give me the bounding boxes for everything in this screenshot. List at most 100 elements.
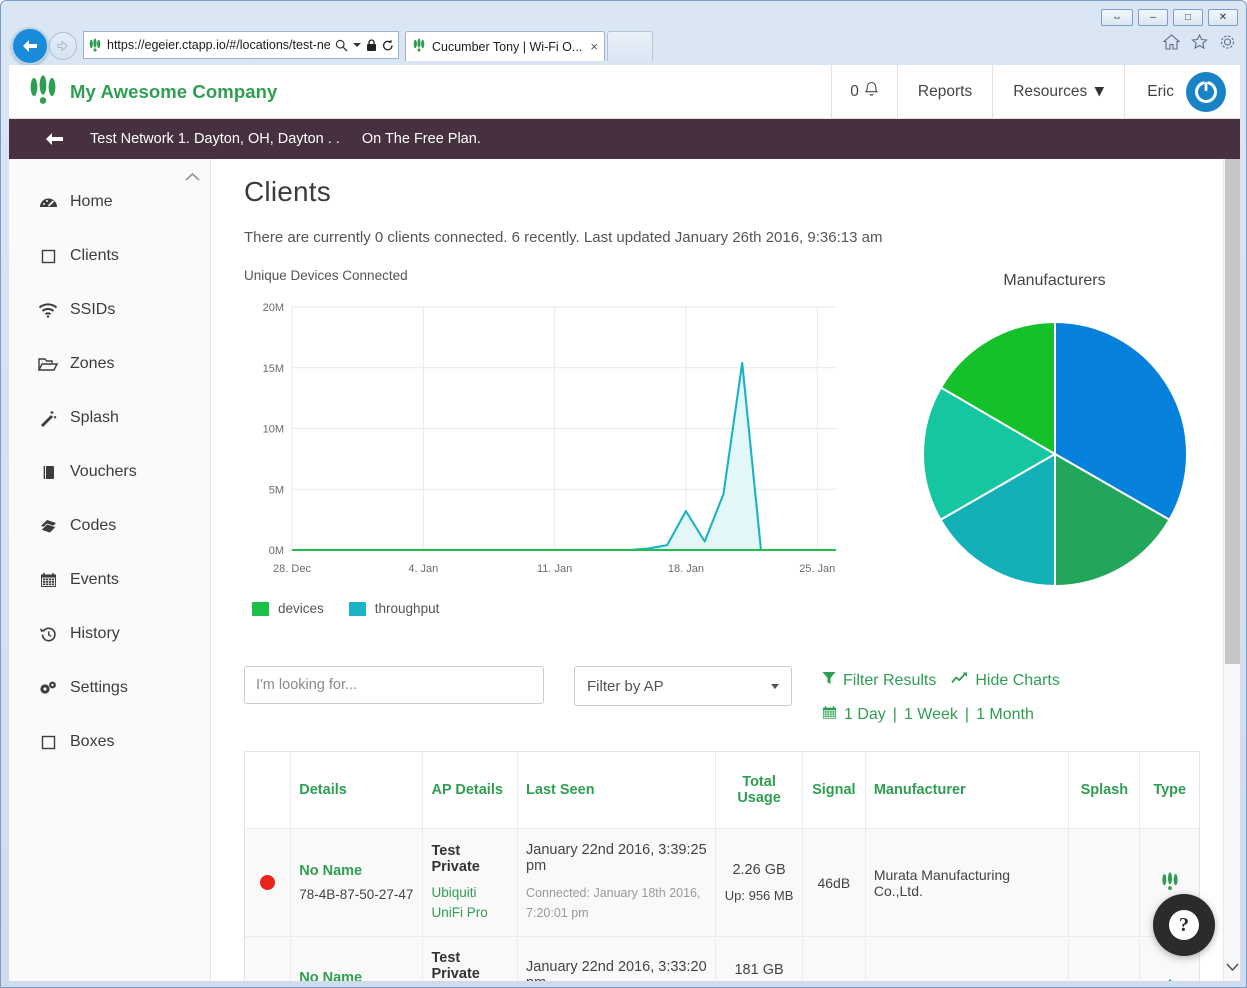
top-nav: 0 Reports Resources Eric bbox=[831, 65, 1240, 119]
forward-button[interactable] bbox=[49, 32, 77, 60]
filters-row: Filter by AP Filter Results Hi bbox=[244, 666, 1240, 725]
main-scrollbar[interactable] bbox=[1223, 159, 1240, 981]
col-splash[interactable]: Splash bbox=[1068, 752, 1141, 829]
scrollbar-thumb[interactable] bbox=[1225, 159, 1240, 664]
range-1-month-link[interactable]: 1 Month bbox=[976, 706, 1034, 724]
manufacturers-chart: Manufacturers bbox=[869, 268, 1240, 616]
pie-chart-svg bbox=[921, 320, 1188, 588]
client-name[interactable]: No Name bbox=[299, 863, 414, 879]
address-bar[interactable]: https://egeier.ctapp.io/#/locations/test… bbox=[83, 31, 399, 59]
filter-results-link[interactable]: Filter Results bbox=[843, 672, 936, 690]
calendar-icon bbox=[822, 705, 837, 725]
search-icon[interactable] bbox=[335, 39, 348, 52]
sidebar-item-home[interactable]: Home bbox=[9, 175, 210, 229]
table-row[interactable]: No Name44-94-FC-A7-8D-Test PrivateUbiqui… bbox=[245, 936, 1199, 981]
sidebar-item-boxes[interactable]: Boxes bbox=[9, 715, 210, 769]
user-menu[interactable]: Eric bbox=[1124, 65, 1240, 119]
cell-signal: 46dB bbox=[802, 828, 866, 937]
cell-signal: 41dB bbox=[802, 936, 866, 981]
sidebar-item-label: Vouchers bbox=[70, 463, 137, 480]
cell-last-seen: January 22nd 2016, 3:39:25 pm Connected: … bbox=[517, 828, 717, 937]
nav-reports[interactable]: Reports bbox=[896, 65, 992, 119]
leaf-icon bbox=[1160, 871, 1180, 894]
sidebar-item-ssids[interactable]: SSIDs bbox=[9, 283, 210, 337]
range-separator: | bbox=[964, 706, 970, 723]
col-signal[interactable]: Signal bbox=[802, 752, 866, 829]
cell-total-usage: 2.26 GB Up: 956 MB bbox=[715, 828, 803, 937]
sidebar-item-zones[interactable]: Zones bbox=[9, 337, 210, 391]
col-type[interactable]: Type bbox=[1139, 752, 1199, 829]
restore-button[interactable]: ⇔ bbox=[1101, 9, 1133, 26]
ap-model[interactable]: Ubiquiti UniFi Pro bbox=[431, 883, 509, 922]
clients-table-wrap: Details AP Details Last Seen Total Usage… bbox=[244, 751, 1200, 981]
avatar[interactable] bbox=[1186, 71, 1226, 112]
cell-splash bbox=[1068, 828, 1141, 937]
page-title: Clients bbox=[244, 176, 331, 207]
col-ap-details[interactable]: AP Details bbox=[422, 752, 519, 829]
network-name[interactable]: Test Network 1. Dayton, OH, Dayton . . bbox=[90, 131, 340, 147]
back-arrow-icon[interactable] bbox=[45, 132, 64, 146]
col-total-usage[interactable]: Total Usage bbox=[715, 752, 803, 829]
ap-filter-select[interactable]: Filter by AP bbox=[574, 666, 792, 706]
maximize-button[interactable]: □ bbox=[1173, 9, 1203, 26]
col-status[interactable] bbox=[245, 752, 292, 829]
sidebar-item-events[interactable]: Events bbox=[9, 553, 210, 607]
table-row[interactable]: No Name 78-4B-87-50-27-47 Test Private Ubiq… bbox=[245, 828, 1199, 937]
chevron-down-icon[interactable] bbox=[1226, 959, 1239, 975]
back-button[interactable] bbox=[11, 27, 49, 65]
folder-open-icon bbox=[37, 357, 59, 372]
last-seen: January 22nd 2016, 3:33:20 pm bbox=[526, 959, 707, 981]
svg-text:0M: 0M bbox=[269, 545, 284, 557]
sidebar-item-history[interactable]: History bbox=[9, 607, 210, 661]
wifi-icon bbox=[37, 302, 59, 318]
brand[interactable]: My Awesome Company bbox=[9, 75, 277, 108]
browser-tab[interactable]: Cucumber Tony | Wi-Fi O... × bbox=[405, 31, 605, 61]
book-icon bbox=[37, 465, 59, 480]
col-last-seen[interactable]: Last Seen bbox=[517, 752, 717, 829]
new-tab-button[interactable] bbox=[607, 31, 653, 61]
nav-resources[interactable]: Resources bbox=[992, 65, 1124, 119]
legend-item-devices[interactable]: devices bbox=[252, 601, 324, 616]
minimize-button[interactable]: – bbox=[1138, 9, 1168, 26]
col-details[interactable]: Details bbox=[290, 752, 424, 829]
sidebar-item-label: Boxes bbox=[70, 733, 115, 750]
sidebar-item-codes[interactable]: Codes bbox=[9, 499, 210, 553]
chart-legend: devices throughput bbox=[252, 601, 869, 616]
help-button[interactable]: ? bbox=[1153, 894, 1215, 956]
legend-item-throughput[interactable]: throughput bbox=[348, 601, 439, 616]
nav-reports-label: Reports bbox=[917, 82, 973, 100]
square-icon bbox=[37, 249, 59, 264]
hide-charts-link[interactable]: Hide Charts bbox=[975, 672, 1059, 690]
clients-table-body: No Name 78-4B-87-50-27-47 Test Private Ubiq… bbox=[245, 828, 1199, 981]
sidebar-item-clients[interactable]: Clients bbox=[9, 229, 210, 283]
clients-table: Details AP Details Last Seen Total Usage… bbox=[245, 752, 1199, 981]
plan-label: On The Free Plan. bbox=[361, 131, 481, 147]
page-subtitle: There are currently 0 clients connected.… bbox=[244, 229, 883, 246]
tab-close-icon[interactable]: × bbox=[590, 39, 598, 54]
ap-name: Test Private bbox=[431, 950, 480, 981]
chevron-down-icon bbox=[771, 683, 779, 689]
sidebar-collapse-icon[interactable] bbox=[185, 169, 200, 185]
app-body: Home Clients SSIDs Zones Splash Vouchers… bbox=[9, 159, 1240, 981]
range-1-week-link[interactable]: 1 Week bbox=[904, 706, 958, 724]
close-button[interactable]: ✕ bbox=[1208, 9, 1238, 26]
notifications-button[interactable]: 0 bbox=[831, 65, 897, 119]
svg-text:15M: 15M bbox=[263, 363, 284, 375]
client-name[interactable]: No Name bbox=[299, 970, 414, 981]
sidebar-item-splash[interactable]: Splash bbox=[9, 391, 210, 445]
devices-chart-plot: 0M 5M 10M 15M 20M 28. Dec 4. Jan 11. Jan 18. Jan… bbox=[244, 295, 844, 595]
brand-name: My Awesome Company bbox=[70, 80, 278, 102]
app-viewport: My Awesome Company 0 Reports Resources E… bbox=[9, 65, 1240, 981]
range-1-day-link[interactable]: 1 Day bbox=[844, 706, 886, 724]
col-manufacturer[interactable]: Manufacturer bbox=[865, 752, 1070, 829]
refresh-icon[interactable] bbox=[382, 39, 394, 52]
sidebar-item-vouchers[interactable]: Vouchers bbox=[9, 445, 210, 499]
cell-status bbox=[245, 828, 292, 937]
chevron-down-icon[interactable] bbox=[353, 41, 361, 49]
cell-status bbox=[245, 936, 292, 981]
magic-wand-icon bbox=[37, 410, 59, 427]
window-controls: ⇔ – □ ✕ bbox=[1101, 9, 1238, 26]
sidebar: Home Clients SSIDs Zones Splash Vouchers… bbox=[9, 159, 211, 981]
sidebar-item-settings[interactable]: Settings bbox=[9, 661, 210, 715]
search-input[interactable] bbox=[244, 666, 544, 704]
